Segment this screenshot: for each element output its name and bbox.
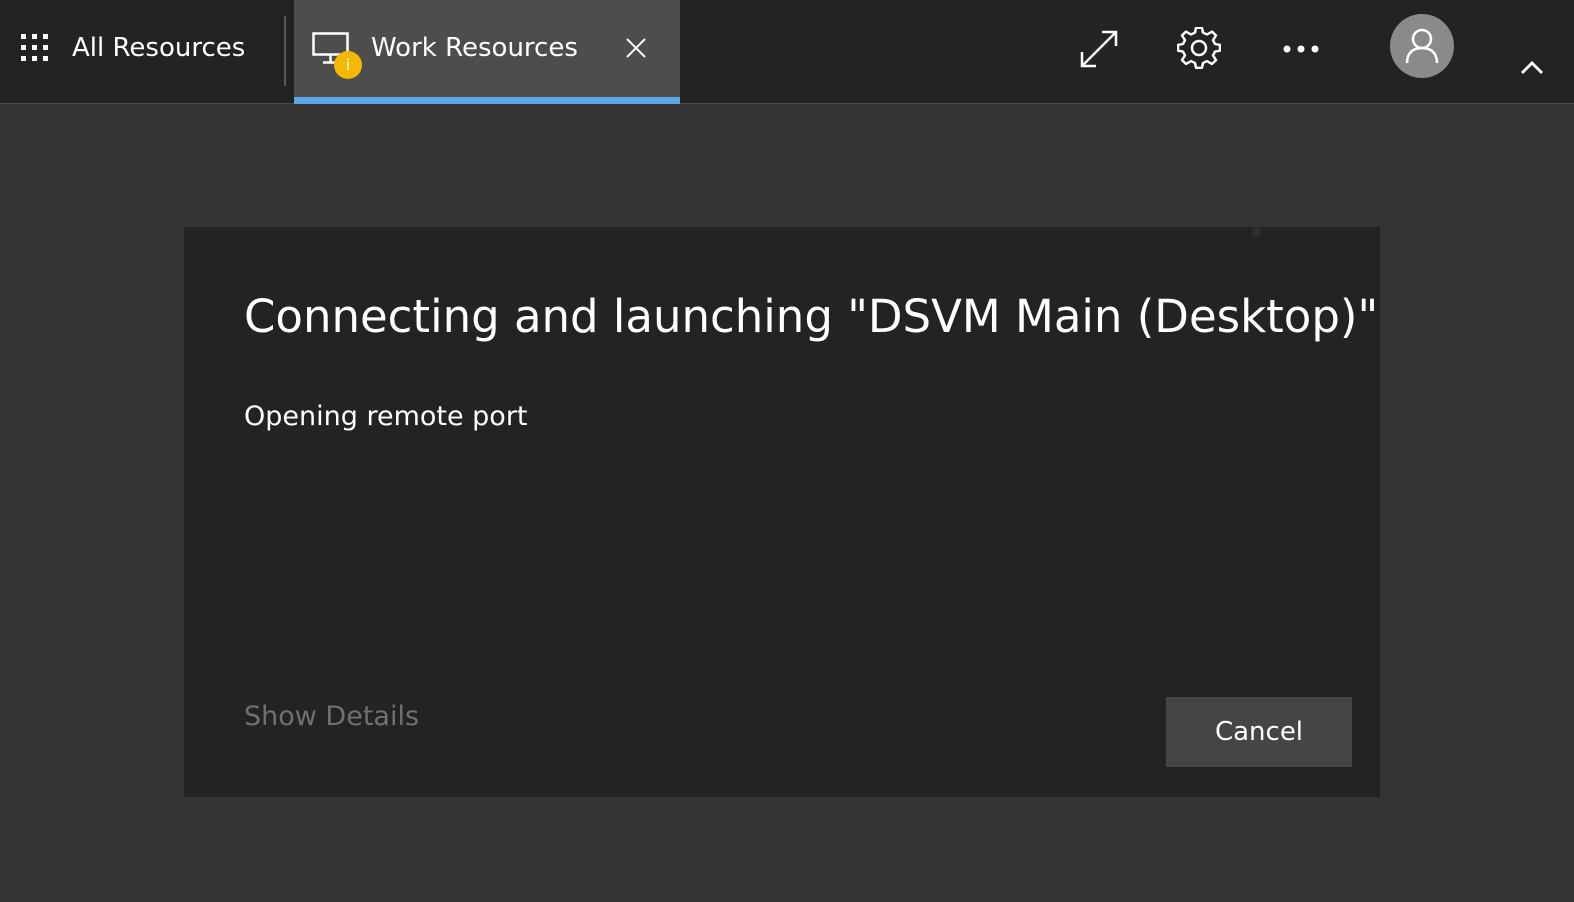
expand-icon <box>1080 30 1118 68</box>
show-details-link[interactable]: Show Details <box>244 699 419 735</box>
expand-button[interactable] <box>1074 24 1124 74</box>
more-icon <box>1283 45 1319 53</box>
info-badge-icon: i <box>334 51 362 79</box>
connection-dialog: Connecting and launching "DSVM Main (Des… <box>184 227 1380 797</box>
top-bar: All Resources i Work Resources <box>0 0 1574 104</box>
more-button[interactable] <box>1276 24 1326 74</box>
dialog-status: Opening remote port <box>244 401 528 432</box>
account-avatar[interactable] <box>1390 14 1454 78</box>
grid-icon <box>21 34 48 61</box>
tab-label: Work Resources <box>371 33 578 63</box>
cancel-button[interactable]: Cancel <box>1166 697 1352 767</box>
close-icon[interactable] <box>624 36 648 60</box>
tab-work-resources[interactable]: i Work Resources <box>294 0 680 104</box>
tab-active-indicator <box>294 97 680 104</box>
user-icon <box>1405 28 1439 64</box>
dialog-title: Connecting and launching "DSVM Main (Des… <box>244 290 1379 343</box>
gear-icon <box>1177 27 1221 69</box>
chevron-up-icon[interactable] <box>1518 58 1546 78</box>
progress-dot <box>1252 227 1262 237</box>
all-resources-button[interactable]: All Resources <box>0 0 280 96</box>
settings-button[interactable] <box>1174 24 1224 74</box>
all-resources-label: All Resources <box>72 33 246 63</box>
tab-divider <box>284 16 286 86</box>
